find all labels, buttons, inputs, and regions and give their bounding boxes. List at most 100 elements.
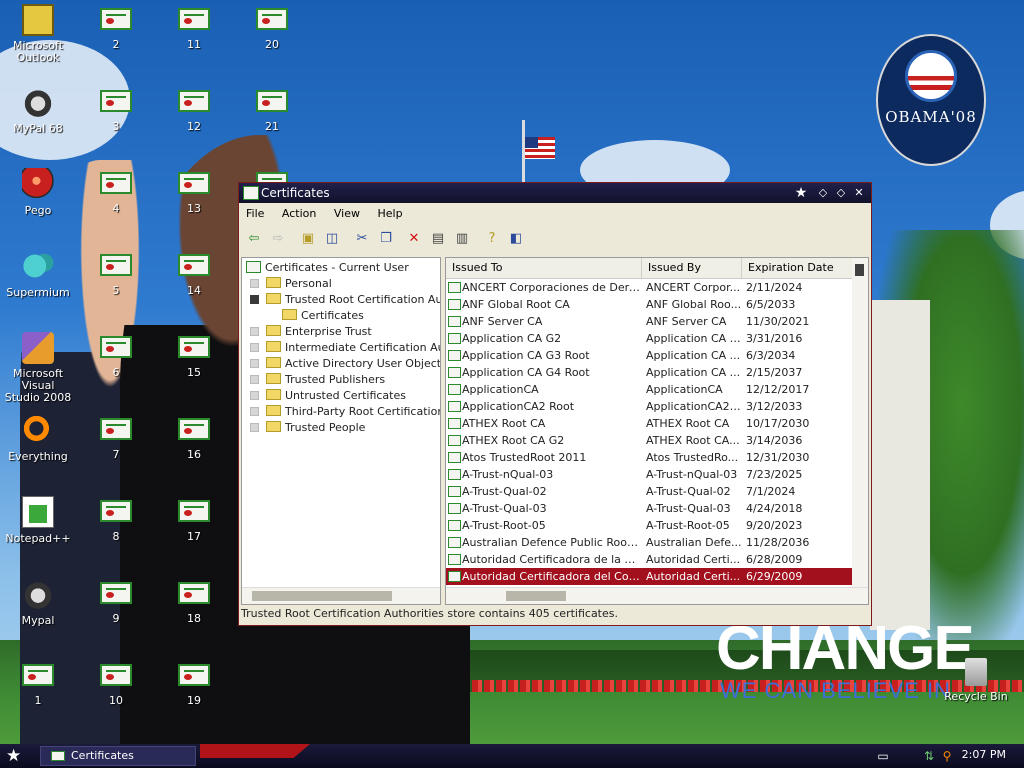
desktop-icon-pego[interactable]: Pego [0, 168, 76, 217]
desktop-icon-cert[interactable]: 12 [156, 86, 232, 133]
properties-icon[interactable]: ▤ [429, 230, 447, 248]
table-row[interactable]: A-Trust-Root-05 A-Trust-Root-05 9/20/2023 [446, 517, 852, 534]
desktop-icon-cert[interactable]: 21 [234, 86, 310, 133]
up-folder-icon[interactable]: ▣ [299, 230, 317, 248]
tree-item-trusted-root[interactable]: Trusted Root Certification Authorities [250, 292, 440, 308]
tree-horizontal-scrollbar[interactable] [242, 587, 440, 604]
desktop-icon-cert[interactable]: 18 [156, 578, 232, 625]
desktop-icon-cert[interactable]: 19 [156, 660, 232, 707]
desktop-icon-cert[interactable]: 11 [156, 4, 232, 51]
desktop-icon-cert[interactable]: 5 [78, 250, 154, 297]
show-hide-tree-icon[interactable]: ◫ [323, 230, 341, 248]
expand-icon[interactable] [250, 407, 259, 416]
delete-icon[interactable]: ✕ [405, 230, 423, 248]
table-row[interactable]: A-Trust-Qual-03 A-Trust-Qual-03 4/24/2018 [446, 500, 852, 517]
table-row[interactable]: ATHEX Root CA G2 ATHEX Root CA... 3/14/203… [446, 432, 852, 449]
star-icon[interactable]: ★ [793, 186, 809, 200]
console-icon[interactable]: ◧ [507, 230, 525, 248]
table-row[interactable]: Atos TrustedRoot 2011 Atos TrustedRo... 12… [446, 449, 852, 466]
menu-help[interactable]: Help [370, 204, 409, 220]
table-row[interactable]: Autoridad Certificadora del Colegi... Aut… [446, 568, 852, 585]
tree-item-third-party[interactable]: Third-Party Root Certification Authoriti… [250, 404, 440, 420]
export-icon[interactable]: ▥ [453, 230, 471, 248]
tree-item-intermediate[interactable]: Intermediate Certification Authorities [250, 340, 440, 356]
desktop-icon-visual-studio[interactable]: Microsoft Visual Studio 2008 [0, 332, 76, 404]
collapse-icon[interactable] [250, 295, 259, 304]
expand-icon[interactable] [250, 279, 259, 288]
desktop-icon-recycle-bin[interactable]: Recycle Bin [938, 658, 1014, 703]
table-row[interactable]: ANF Global Root CA ANF Global Roo... 6/5/2… [446, 296, 852, 313]
expand-icon[interactable] [250, 343, 259, 352]
table-row[interactable]: ApplicationCA2 Root ApplicationCA2 ... 3/1… [446, 398, 852, 415]
back-icon[interactable]: ⇦ [245, 230, 263, 248]
column-header-issued-to[interactable]: Issued To [446, 258, 642, 278]
menu-file[interactable]: File [239, 204, 271, 220]
search-icon[interactable]: ⚲ [940, 749, 954, 763]
close-button[interactable]: ✕ [851, 186, 867, 200]
forward-icon[interactable]: ⇨ [269, 230, 287, 248]
expand-icon[interactable] [250, 391, 259, 400]
desktop-icon-cert[interactable]: 14 [156, 250, 232, 297]
column-header-expiration[interactable]: Expiration Date [742, 258, 854, 278]
tree-item-trusted-people[interactable]: Trusted People [250, 420, 365, 436]
clock[interactable]: 2:07 PM [962, 748, 1006, 761]
tree-item-enterprise-trust[interactable]: Enterprise Trust [250, 324, 372, 340]
table-row[interactable]: ATHEX Root CA ATHEX Root CA 10/17/2030 [446, 415, 852, 432]
menu-view[interactable]: View [327, 204, 367, 220]
table-row[interactable]: Application CA G4 Root Application CA ...… [446, 364, 852, 381]
table-row[interactable]: Application CA G3 Root Application CA ...… [446, 347, 852, 364]
desktop-icon-outlook[interactable]: Microsoft Outlook [0, 4, 76, 64]
desktop-icon-cert[interactable]: 4 [78, 168, 154, 215]
desktop-icon-cert[interactable]: 17 [156, 496, 232, 543]
tree-item-certificates[interactable]: Certificates [282, 308, 364, 324]
help-icon[interactable]: ? [483, 230, 501, 248]
expand-icon[interactable] [250, 375, 259, 384]
desktop-icon-cert[interactable]: 15 [156, 332, 232, 379]
scroll-thumb[interactable] [855, 264, 864, 276]
cut-icon[interactable]: ✂ [353, 230, 371, 248]
copy-icon[interactable]: ❐ [377, 230, 395, 248]
list-horizontal-scrollbar[interactable] [446, 587, 868, 604]
table-row[interactable]: ANCERT Corporaciones de Derech... ANCERT … [446, 279, 852, 296]
desktop-icon-cert[interactable]: 20 [234, 4, 310, 51]
table-row[interactable]: Autoridad Certificadora de la Asoc... Aut… [446, 551, 852, 568]
certificates-window[interactable]: Certificates ★ ◇ ◇ ✕ File Action View He… [238, 182, 872, 626]
tree-item-trusted-publishers[interactable]: Trusted Publishers [250, 372, 385, 388]
desktop-icon-cert[interactable]: 9 [78, 578, 154, 625]
desktop-icon-cert[interactable]: 13 [156, 168, 232, 215]
minimize-button[interactable]: ◇ [815, 186, 831, 200]
desktop-icon-cert[interactable]: 6 [78, 332, 154, 379]
desktop-icon-cert[interactable]: 16 [156, 414, 232, 461]
desktop-icon-mypal[interactable]: Mypal [0, 578, 76, 627]
tree-item-untrusted[interactable]: Untrusted Certificates [250, 388, 406, 404]
table-row[interactable]: ApplicationCA ApplicationCA 12/12/2017 [446, 381, 852, 398]
column-header-issued-by[interactable]: Issued By [642, 258, 742, 278]
keyboard-icon[interactable]: ▭ [876, 749, 890, 763]
desktop-icon-everything[interactable]: Everything [0, 414, 76, 463]
table-row[interactable]: Australian Defence Public Root CA Austral… [446, 534, 852, 551]
desktop-icon-cert[interactable]: 10 [78, 660, 154, 707]
table-row[interactable]: A-Trust-nQual-03 A-Trust-nQual-03 7/23/202… [446, 466, 852, 483]
tree-root[interactable]: Certificates - Current User [246, 260, 409, 276]
table-row[interactable]: A-Trust-Qual-02 A-Trust-Qual-02 7/1/2024 [446, 483, 852, 500]
start-button[interactable]: ★ [6, 747, 21, 765]
console-tree[interactable]: Certificates - Current User Personal Tru… [241, 257, 441, 605]
desktop-icon-mypal68[interactable]: MyPal 68 [0, 86, 76, 135]
desktop-icon-cert-1[interactable]: 1 [0, 660, 76, 707]
network-icon[interactable]: ⇅ [922, 749, 936, 763]
desktop-icon-supermium[interactable]: Supermium [0, 250, 76, 299]
table-row[interactable]: ANF Server CA ANF Server CA 11/30/2021 [446, 313, 852, 330]
tree-item-active-directory[interactable]: Active Directory User Object [250, 356, 440, 372]
desktop-icon-cert[interactable]: 8 [78, 496, 154, 543]
expand-icon[interactable] [250, 423, 259, 432]
desktop-icon-cert[interactable]: 3 [78, 86, 154, 133]
maximize-button[interactable]: ◇ [833, 186, 849, 200]
window-titlebar[interactable]: Certificates ★ ◇ ◇ ✕ [239, 183, 871, 203]
scroll-thumb[interactable] [252, 591, 392, 601]
expand-icon[interactable] [250, 359, 259, 368]
certificate-list[interactable]: Issued To Issued By Expiration Date ANCE… [445, 257, 869, 605]
tree-item-personal[interactable]: Personal [250, 276, 332, 292]
list-vertical-scrollbar[interactable] [852, 258, 868, 588]
table-row[interactable]: Application CA G2 Application CA G2 3/31/2… [446, 330, 852, 347]
menu-action[interactable]: Action [275, 204, 323, 220]
